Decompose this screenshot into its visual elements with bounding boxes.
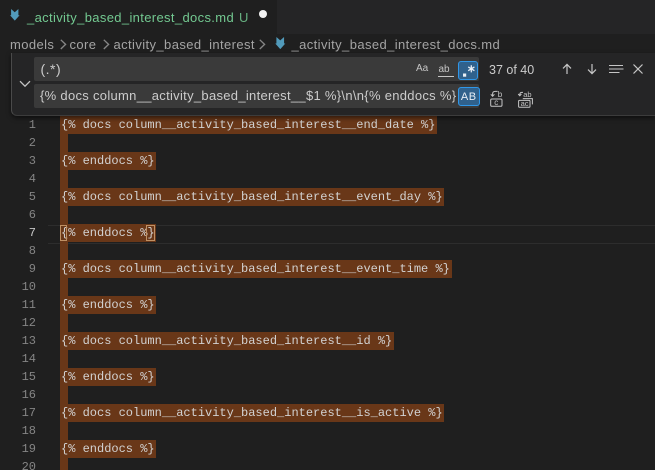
svg-text:ab: ab — [523, 90, 531, 99]
svg-text:c: c — [494, 98, 498, 107]
svg-text:b: b — [497, 90, 502, 99]
svg-text:ac: ac — [521, 99, 529, 108]
